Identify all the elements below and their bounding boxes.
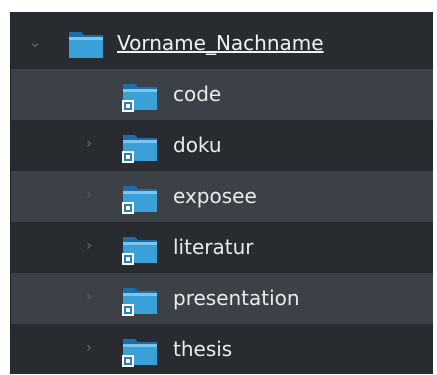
folder-icon bbox=[69, 32, 103, 58]
tree-row-doku[interactable]: › doku bbox=[11, 120, 433, 171]
tree-item-label[interactable]: presentation bbox=[173, 285, 300, 311]
chevron-right-icon[interactable]: › bbox=[81, 289, 97, 305]
chevron-right-icon[interactable]: › bbox=[81, 136, 97, 152]
chevron-down-icon[interactable]: ⌄ bbox=[27, 35, 43, 51]
folder-link-icon bbox=[122, 339, 157, 367]
chevron-right-icon[interactable]: › bbox=[81, 238, 97, 254]
folder-link-icon bbox=[122, 135, 157, 163]
chevron-right-icon[interactable]: › bbox=[81, 340, 97, 356]
tree-item-label[interactable]: exposee bbox=[173, 183, 257, 209]
folder-link-icon bbox=[122, 84, 157, 112]
tree-row-exposee[interactable]: › exposee bbox=[11, 171, 433, 222]
tree-item-label[interactable]: doku bbox=[173, 132, 222, 158]
folder-link-icon bbox=[122, 288, 157, 316]
folder-link-icon bbox=[122, 237, 157, 265]
tree-row-literatur[interactable]: › literatur bbox=[11, 222, 433, 273]
chevron-right-icon[interactable]: › bbox=[81, 187, 97, 203]
tree-row-presentation[interactable]: › presentation bbox=[11, 273, 433, 324]
tree-item-label[interactable]: thesis bbox=[173, 336, 232, 362]
tree-row-code[interactable]: code bbox=[11, 69, 433, 120]
folder-link-icon bbox=[122, 186, 157, 214]
tree-row-root[interactable]: ⌄ Vorname_Nachname bbox=[11, 18, 433, 69]
file-tree: ⌄ Vorname_Nachname code › doku › exposee… bbox=[10, 12, 433, 374]
tree-item-label[interactable]: code bbox=[173, 81, 221, 107]
tree-root-label[interactable]: Vorname_Nachname bbox=[117, 30, 324, 56]
tree-row-thesis[interactable]: › thesis bbox=[11, 324, 433, 375]
tree-item-label[interactable]: literatur bbox=[173, 234, 253, 260]
